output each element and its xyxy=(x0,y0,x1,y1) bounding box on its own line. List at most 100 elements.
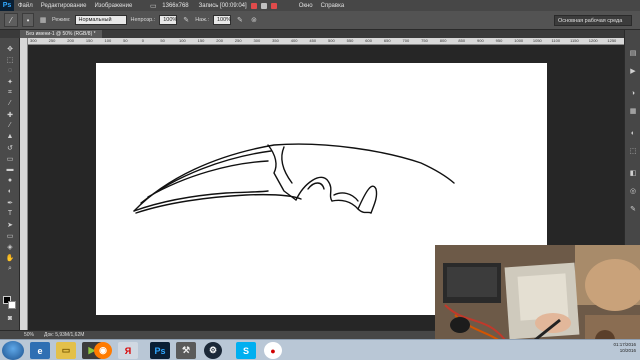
styles-panel-icon[interactable]: ⬚ xyxy=(628,146,638,156)
background-color-swatch[interactable] xyxy=(8,301,16,309)
brush-size-icon[interactable]: • xyxy=(22,13,34,27)
brush-preset-icon[interactable]: ⁄ xyxy=(4,13,18,27)
ruler-tick-label: 1050 xyxy=(532,38,542,43)
skype-icon[interactable]: S xyxy=(236,342,256,359)
ruler-tick-label: 100 xyxy=(104,38,112,43)
ruler-tick-label: 950 xyxy=(495,38,503,43)
ruler-tick-label: 800 xyxy=(439,38,447,43)
ruler-tick-label: 550 xyxy=(346,38,354,43)
start-button[interactable] xyxy=(2,341,24,360)
ruler-tick-label: 150 xyxy=(85,38,93,43)
ruler-tick-label: 250 xyxy=(48,38,56,43)
vertical-ruler xyxy=(20,38,28,330)
gradient-tool-icon[interactable]: ▬ xyxy=(3,165,17,174)
taskbar: e ▭ ▶ ◉ Я Ps ⚒ ⚙ S ● 01:17/2016 10/2016 xyxy=(0,339,640,360)
history-panel-icon[interactable]: ▤ xyxy=(628,48,638,58)
ruler-tick-label: 600 xyxy=(365,38,372,43)
document-tabbar: Без имени-1 @ 50% (RGB/8) * xyxy=(20,30,624,38)
ruler-tick-label: 650 xyxy=(383,38,391,43)
ruler-tick-label: 350 xyxy=(272,38,279,43)
ruler-tick-label: 100 xyxy=(179,38,186,43)
crop-tool-icon[interactable]: ⌗ xyxy=(3,88,17,97)
ruler-tick-label: 50 xyxy=(123,38,128,43)
ruler-tick-label: 50 xyxy=(160,38,165,43)
menu-bar: Ps Файл Редактирование Изображение ▭ 136… xyxy=(0,0,640,11)
ruler-tick-label: 450 xyxy=(309,38,317,43)
menu-image[interactable]: Изображение xyxy=(90,3,136,9)
options-bar: ⁄ • ▦ Режим: Нормальный Непрозр.: 100% ✎… xyxy=(0,11,640,30)
adjustments-panel-icon[interactable]: ◐ xyxy=(628,128,638,138)
eyedropper-icon[interactable]: ⁄ xyxy=(3,99,17,108)
recorder-bar: ▭ 1366x768 Запись [00:09:04] xyxy=(148,1,277,11)
channels-panel-icon[interactable]: ◎ xyxy=(628,186,638,196)
ruler-tick-label: 400 xyxy=(290,38,298,43)
document-tab[interactable]: Без имени-1 @ 50% (RGB/8) * xyxy=(20,30,102,38)
steam-icon[interactable]: ⚙ xyxy=(204,342,222,359)
hand-tool-icon[interactable]: ✋ xyxy=(3,253,17,262)
quick-select-icon[interactable]: ✦ xyxy=(3,77,17,86)
stop-button-icon[interactable] xyxy=(270,2,277,9)
clone-stamp-icon[interactable]: ▲ xyxy=(3,132,17,141)
clock-date: 10/2016 xyxy=(619,348,636,353)
blur-tool-icon[interactable]: ● xyxy=(3,176,17,185)
pressure-opacity-icon[interactable]: ✎ xyxy=(181,15,191,25)
dodge-tool-icon[interactable]: ◐ xyxy=(3,187,17,196)
actions-panel-icon[interactable]: ▶ xyxy=(628,66,638,76)
pen-tool-icon[interactable]: ✒ xyxy=(3,198,17,207)
recorder-resolution: 1366x768 xyxy=(162,2,189,9)
document-info[interactable]: Док: 5,93M/1,62M xyxy=(44,332,84,338)
shape-tool-icon[interactable]: ▭ xyxy=(3,231,17,240)
layers-panel-icon[interactable]: ◧ xyxy=(628,168,638,178)
history-brush-icon[interactable]: ↺ xyxy=(3,143,17,152)
recorder-taskbar-icon[interactable]: ● xyxy=(264,342,282,359)
pause-button-icon[interactable] xyxy=(260,2,267,9)
brush-tool-icon[interactable]: ⁄ xyxy=(3,121,17,130)
ruler-tick-label: 1200 xyxy=(588,38,598,43)
color-panel-icon[interactable]: ◑ xyxy=(628,88,638,98)
eraser-tool-icon[interactable]: ▭ xyxy=(3,154,17,163)
mode-label: Режим: xyxy=(52,17,71,23)
workspace-select[interactable]: Основная рабочая среда xyxy=(554,15,632,26)
opacity-field[interactable]: 100% xyxy=(159,15,177,25)
ruler-tick-label: 700 xyxy=(402,38,410,43)
marquee-tool-icon[interactable]: ⬚ xyxy=(3,55,17,64)
brush-panel-icon[interactable]: ▦ xyxy=(38,15,48,25)
3d-tool-icon[interactable]: ◈ xyxy=(3,242,17,251)
quick-mask-icon[interactable]: ◙ xyxy=(3,314,17,323)
ruler-tick-label: 300 xyxy=(30,38,37,43)
type-tool-icon[interactable]: T xyxy=(3,209,17,218)
ruler-tick-label: 850 xyxy=(458,38,466,43)
healing-brush-icon[interactable]: ✚ xyxy=(3,110,17,119)
folder-icon[interactable]: ▭ xyxy=(56,342,76,359)
menu-edit[interactable]: Редактирование xyxy=(37,3,91,9)
yandex-icon[interactable]: Я xyxy=(118,342,138,359)
record-button-icon[interactable] xyxy=(250,2,257,9)
pressure-field[interactable]: 100% xyxy=(212,15,231,25)
ruler-tick-label: 250 xyxy=(234,38,242,43)
horizontal-ruler: 300 250 200 150 100 50 0 50 100 150 200 250 300 350 40… xyxy=(28,38,624,45)
menu-help[interactable]: Справка xyxy=(317,3,349,9)
pressure-size-icon[interactable]: ⊚ xyxy=(249,15,259,25)
ie-icon[interactable]: e xyxy=(30,342,50,359)
zoom-level[interactable]: 50% xyxy=(24,332,34,338)
app-icon[interactable]: ⚒ xyxy=(176,342,196,359)
system-clock[interactable]: 01:17/2016 10/2016 xyxy=(613,342,636,354)
ruler-tick-label: 900 xyxy=(477,38,484,43)
menu-file[interactable]: Файл xyxy=(14,3,37,9)
zoom-tool-icon[interactable]: ⌕ xyxy=(3,264,17,273)
path-select-icon[interactable]: ➤ xyxy=(3,220,17,229)
paths-panel-icon[interactable]: ✎ xyxy=(628,204,638,214)
recorder-status: Запись [00:09:04] xyxy=(198,2,247,9)
swatches-panel-icon[interactable]: ▦ xyxy=(628,106,638,116)
mode-select[interactable]: Нормальный xyxy=(74,15,127,25)
airbrush-icon[interactable]: ✎ xyxy=(235,15,245,25)
ruler-tick-label: 1250 xyxy=(607,38,617,43)
monitor-icon: ▭ xyxy=(149,2,157,10)
toolbox: ✥ ⬚ ◌ ✦ ⌗ ⁄ ✚ ⁄ ▲ ↺ ▭ ▬ ● ◐ ✒ T ➤ ▭ ◈ ✋ … xyxy=(0,38,20,330)
move-tool-icon[interactable]: ✥ xyxy=(3,44,17,53)
menu-window[interactable]: Окно xyxy=(295,3,317,9)
pressure-label: Наж.: xyxy=(195,17,209,23)
lasso-tool-icon[interactable]: ◌ xyxy=(3,66,17,75)
photoshop-taskbar-icon[interactable]: Ps xyxy=(150,342,170,359)
firefox-icon[interactable]: ◉ xyxy=(94,342,112,359)
